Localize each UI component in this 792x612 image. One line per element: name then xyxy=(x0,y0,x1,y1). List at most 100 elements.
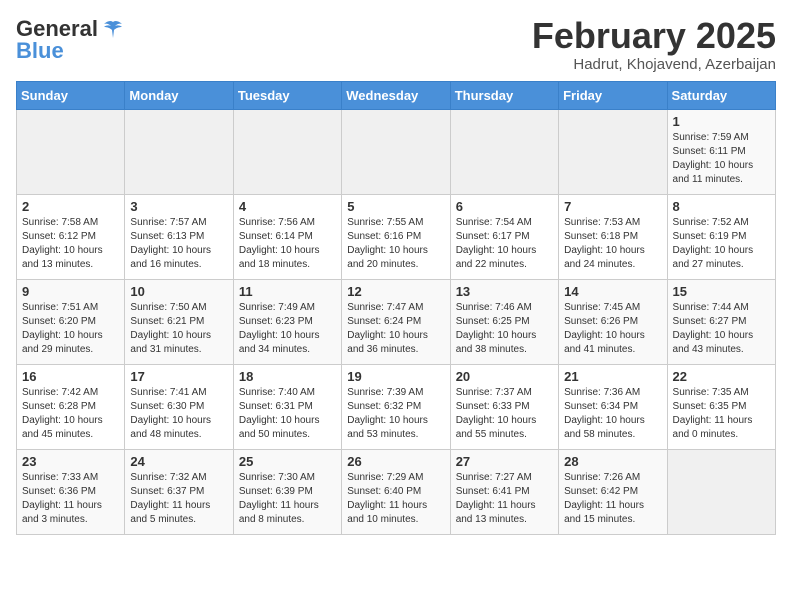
calendar-cell: 8 Sunrise: 7:52 AM Sunset: 6:19 PM Daylig… xyxy=(667,194,775,279)
day-info: Sunrise: 7:35 AM Sunset: 6:35 PM Dayligh… xyxy=(673,386,770,442)
day-info: Sunrise: 7:39 AM Sunset: 6:32 PM Dayligh… xyxy=(347,386,444,442)
weekday-header-saturday: Saturday xyxy=(667,81,775,109)
day-info: Sunrise: 7:46 AM Sunset: 6:25 PM Dayligh… xyxy=(456,301,553,357)
calendar-cell: 5 Sunrise: 7:55 AM Sunset: 6:16 PM Daylig… xyxy=(342,194,450,279)
day-number: 7 xyxy=(564,199,661,214)
day-number: 6 xyxy=(456,199,553,214)
day-info: Sunrise: 7:26 AM Sunset: 6:42 PM Dayligh… xyxy=(564,471,661,527)
day-info: Sunrise: 7:54 AM Sunset: 6:17 PM Dayligh… xyxy=(456,216,553,272)
day-info: Sunrise: 7:27 AM Sunset: 6:41 PM Dayligh… xyxy=(456,471,553,527)
weekday-header-wednesday: Wednesday xyxy=(342,81,450,109)
day-number: 28 xyxy=(564,454,661,469)
day-info: Sunrise: 7:30 AM Sunset: 6:39 PM Dayligh… xyxy=(239,471,336,527)
calendar-cell xyxy=(233,109,341,194)
day-number: 26 xyxy=(347,454,444,469)
calendar-cell: 13 Sunrise: 7:46 AM Sunset: 6:25 PM Dayli… xyxy=(450,279,558,364)
page-header: General Blue February 2025 Hadrut, Khoja… xyxy=(16,16,776,73)
calendar-cell xyxy=(450,109,558,194)
calendar-cell: 9 Sunrise: 7:51 AM Sunset: 6:20 PM Daylig… xyxy=(17,279,125,364)
day-number: 22 xyxy=(673,369,770,384)
weekday-header-thursday: Thursday xyxy=(450,81,558,109)
day-number: 21 xyxy=(564,369,661,384)
day-number: 9 xyxy=(22,284,119,299)
calendar-cell: 27 Sunrise: 7:27 AM Sunset: 6:41 PM Dayli… xyxy=(450,449,558,534)
calendar-cell: 6 Sunrise: 7:54 AM Sunset: 6:17 PM Daylig… xyxy=(450,194,558,279)
calendar-week-row: 23 Sunrise: 7:33 AM Sunset: 6:36 PM Dayli… xyxy=(17,449,776,534)
day-number: 8 xyxy=(673,199,770,214)
day-number: 11 xyxy=(239,284,336,299)
day-number: 12 xyxy=(347,284,444,299)
day-info: Sunrise: 7:29 AM Sunset: 6:40 PM Dayligh… xyxy=(347,471,444,527)
weekday-header-sunday: Sunday xyxy=(17,81,125,109)
day-number: 17 xyxy=(130,369,227,384)
calendar-cell: 23 Sunrise: 7:33 AM Sunset: 6:36 PM Dayli… xyxy=(17,449,125,534)
day-number: 27 xyxy=(456,454,553,469)
calendar-cell: 15Sunrise: 7:44 AM Sunset: 6:27 PM Dayli… xyxy=(667,279,775,364)
day-info: Sunrise: 7:56 AM Sunset: 6:14 PM Dayligh… xyxy=(239,216,336,272)
calendar-week-row: 9 Sunrise: 7:51 AM Sunset: 6:20 PM Daylig… xyxy=(17,279,776,364)
day-info: Sunrise: 7:59 AM Sunset: 6:11 PM Dayligh… xyxy=(673,131,770,187)
day-info: Sunrise: 7:36 AM Sunset: 6:34 PM Dayligh… xyxy=(564,386,661,442)
calendar-cell xyxy=(667,449,775,534)
calendar-cell: 12 Sunrise: 7:47 AM Sunset: 6:24 PM Dayli… xyxy=(342,279,450,364)
calendar-week-row: 16 Sunrise: 7:42 AM Sunset: 6:28 PM Dayli… xyxy=(17,364,776,449)
calendar-cell: 11 Sunrise: 7:49 AM Sunset: 6:23 PM Dayli… xyxy=(233,279,341,364)
calendar-cell: 3Sunrise: 7:57 AM Sunset: 6:13 PM Daylig… xyxy=(125,194,233,279)
day-number: 1 xyxy=(673,114,770,129)
calendar-cell: 22 Sunrise: 7:35 AM Sunset: 6:35 PM Dayli… xyxy=(667,364,775,449)
day-info: Sunrise: 7:53 AM Sunset: 6:18 PM Dayligh… xyxy=(564,216,661,272)
day-info: Sunrise: 7:45 AM Sunset: 6:26 PM Dayligh… xyxy=(564,301,661,357)
calendar-cell: 20Sunrise: 7:37 AM Sunset: 6:33 PM Dayli… xyxy=(450,364,558,449)
day-info: Sunrise: 7:51 AM Sunset: 6:20 PM Dayligh… xyxy=(22,301,119,357)
calendar-cell: 10Sunrise: 7:50 AM Sunset: 6:21 PM Dayli… xyxy=(125,279,233,364)
day-number: 5 xyxy=(347,199,444,214)
day-info: Sunrise: 7:52 AM Sunset: 6:19 PM Dayligh… xyxy=(673,216,770,272)
calendar-cell xyxy=(559,109,667,194)
day-number: 3 xyxy=(130,199,227,214)
day-info: Sunrise: 7:40 AM Sunset: 6:31 PM Dayligh… xyxy=(239,386,336,442)
day-info: Sunrise: 7:55 AM Sunset: 6:16 PM Dayligh… xyxy=(347,216,444,272)
day-number: 24 xyxy=(130,454,227,469)
calendar-week-row: 2 Sunrise: 7:58 AM Sunset: 6:12 PM Daylig… xyxy=(17,194,776,279)
weekday-header-tuesday: Tuesday xyxy=(233,81,341,109)
day-info: Sunrise: 7:47 AM Sunset: 6:24 PM Dayligh… xyxy=(347,301,444,357)
calendar-cell: 7 Sunrise: 7:53 AM Sunset: 6:18 PM Daylig… xyxy=(559,194,667,279)
day-info: Sunrise: 7:33 AM Sunset: 6:36 PM Dayligh… xyxy=(22,471,119,527)
day-info: Sunrise: 7:50 AM Sunset: 6:21 PM Dayligh… xyxy=(130,301,227,357)
day-number: 4 xyxy=(239,199,336,214)
calendar-table: SundayMondayTuesdayWednesdayThursdayFrid… xyxy=(16,81,776,535)
calendar-cell: 26 Sunrise: 7:29 AM Sunset: 6:40 PM Dayli… xyxy=(342,449,450,534)
title-area: February 2025 Hadrut, Khojavend, Azerbai… xyxy=(532,16,776,73)
day-number: 13 xyxy=(456,284,553,299)
day-info: Sunrise: 7:44 AM Sunset: 6:27 PM Dayligh… xyxy=(673,301,770,357)
logo-bird-icon xyxy=(102,20,124,38)
day-info: Sunrise: 7:42 AM Sunset: 6:28 PM Dayligh… xyxy=(22,386,119,442)
day-number: 14 xyxy=(564,284,661,299)
calendar-cell: 18 Sunrise: 7:40 AM Sunset: 6:31 PM Dayli… xyxy=(233,364,341,449)
calendar-cell: 4 Sunrise: 7:56 AM Sunset: 6:14 PM Daylig… xyxy=(233,194,341,279)
calendar-week-row: 1 Sunrise: 7:59 AM Sunset: 6:11 PM Daylig… xyxy=(17,109,776,194)
day-info: Sunrise: 7:58 AM Sunset: 6:12 PM Dayligh… xyxy=(22,216,119,272)
day-number: 25 xyxy=(239,454,336,469)
calendar-cell: 28 Sunrise: 7:26 AM Sunset: 6:42 PM Dayli… xyxy=(559,449,667,534)
logo-blue-text: Blue xyxy=(16,38,64,64)
calendar-cell: 19 Sunrise: 7:39 AM Sunset: 6:32 PM Dayli… xyxy=(342,364,450,449)
calendar-cell: 1 Sunrise: 7:59 AM Sunset: 6:11 PM Daylig… xyxy=(667,109,775,194)
weekday-header-monday: Monday xyxy=(125,81,233,109)
day-info: Sunrise: 7:41 AM Sunset: 6:30 PM Dayligh… xyxy=(130,386,227,442)
calendar-cell: 24Sunrise: 7:32 AM Sunset: 6:37 PM Dayli… xyxy=(125,449,233,534)
day-number: 18 xyxy=(239,369,336,384)
day-number: 20 xyxy=(456,369,553,384)
logo: General Blue xyxy=(16,16,124,64)
location-text: Hadrut, Khojavend, Azerbaijan xyxy=(532,56,776,73)
day-number: 23 xyxy=(22,454,119,469)
calendar-cell: 25 Sunrise: 7:30 AM Sunset: 6:39 PM Dayli… xyxy=(233,449,341,534)
day-info: Sunrise: 7:49 AM Sunset: 6:23 PM Dayligh… xyxy=(239,301,336,357)
day-number: 2 xyxy=(22,199,119,214)
calendar-header-row: SundayMondayTuesdayWednesdayThursdayFrid… xyxy=(17,81,776,109)
day-number: 16 xyxy=(22,369,119,384)
day-number: 19 xyxy=(347,369,444,384)
calendar-cell: 21 Sunrise: 7:36 AM Sunset: 6:34 PM Dayli… xyxy=(559,364,667,449)
calendar-cell: 16 Sunrise: 7:42 AM Sunset: 6:28 PM Dayli… xyxy=(17,364,125,449)
calendar-cell xyxy=(125,109,233,194)
